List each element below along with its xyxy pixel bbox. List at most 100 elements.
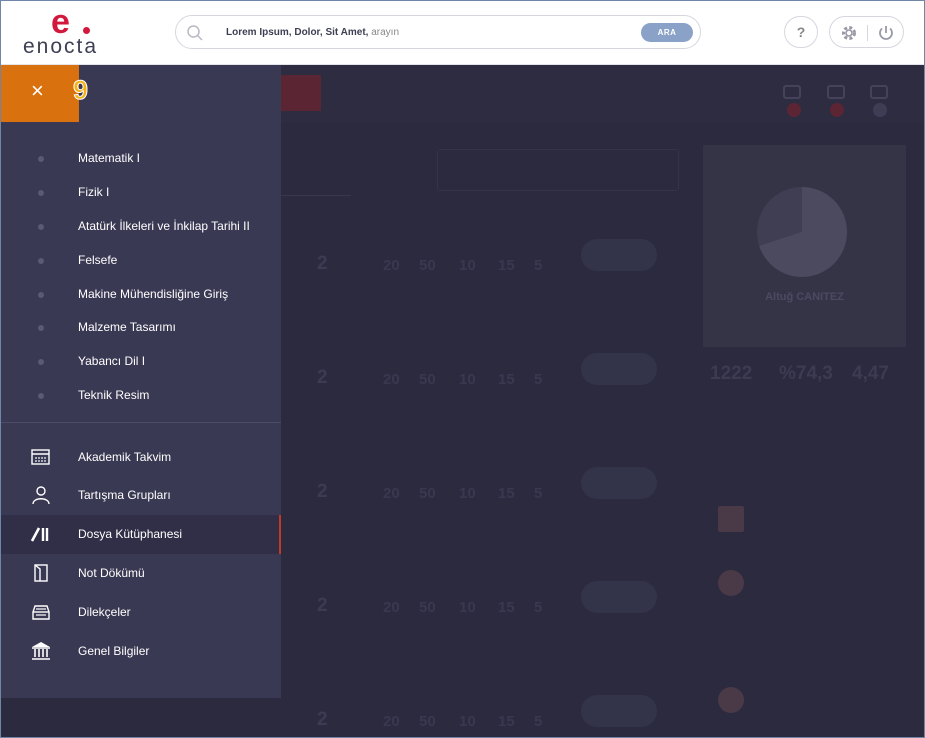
row-number: 5 (534, 599, 543, 616)
row-value: 2 (317, 253, 328, 274)
row-number: 20 (383, 713, 400, 730)
row-number: 5 (534, 257, 543, 274)
row-number: 10 (459, 371, 476, 388)
row-number: 15 (498, 485, 515, 502)
nav-item-not-dokumu[interactable]: Not Dökümü (1, 554, 281, 593)
nav-item-dosya-kutuphanesi[interactable]: Dosya Kütüphanesi (1, 515, 281, 554)
row-number: 20 (383, 371, 400, 388)
row-value: 2 (317, 595, 328, 616)
course-label: Felsefe (78, 253, 118, 267)
course-item[interactable]: Fizik I (1, 175, 281, 209)
row-number: 15 (498, 713, 515, 730)
grid-count-badge (830, 103, 844, 117)
row-value: 2 (317, 367, 328, 388)
search-placeholder-bold: Lorem Ipsum, Dolor, Sit Amet, (226, 27, 369, 38)
nav-item-akademik-takvim[interactable]: Akademik Takvim (1, 438, 281, 477)
progress-pie (757, 187, 847, 277)
course-label: Teknik Resim (78, 388, 150, 402)
row-value: 2 (317, 481, 328, 502)
course-item[interactable]: Felsefe (1, 243, 281, 277)
institution-icon (32, 642, 50, 660)
logo-dot (83, 27, 90, 34)
feed-avatar (718, 687, 744, 713)
stat-value: 4,47 (852, 363, 889, 384)
logo-wordmark: enocta (23, 35, 99, 58)
app-window: e enocta Lorem Ipsum, Dolor, Sit Amet, a… (0, 0, 925, 738)
menu-divider (1, 422, 281, 423)
course-label: Yabancı Dil I (78, 354, 146, 368)
nav-label: Akademik Takvim (78, 450, 172, 464)
row-action-button (581, 239, 657, 271)
course-item[interactable]: Teknik Resim (1, 378, 281, 412)
row-value: 2 (317, 709, 328, 730)
close-icon: × (31, 78, 44, 103)
bullet-icon (38, 393, 44, 399)
course-item[interactable]: Matematik I (1, 141, 281, 175)
course-label: Malzeme Tasarımı (78, 320, 176, 334)
nav-label: Dosya Kütüphanesi (78, 527, 183, 541)
feed-thumbnail (718, 506, 744, 532)
feed-avatar (718, 570, 744, 596)
nav-label: Tartışma Grupları (78, 488, 171, 502)
annotation-badge: 9 (72, 75, 89, 106)
course-item[interactable]: Makine Mühendisliğine Giriş (1, 277, 281, 311)
nav-label: Genel Bilgiler (78, 644, 150, 658)
chat-icon (870, 85, 888, 99)
course-menu-panel: Matematik I Fizik I Atatürk İlkeleri ve … (1, 65, 281, 698)
nav-item-tartisma-gruplari[interactable]: Tartışma Grupları (1, 476, 281, 515)
button-separator (867, 25, 868, 41)
search-placeholder-tail: arayın (368, 27, 400, 38)
power-icon[interactable] (877, 24, 895, 42)
row-number: 15 (498, 371, 515, 388)
gear-icon[interactable] (840, 24, 858, 42)
row-number: 10 (459, 485, 476, 502)
user-icon (32, 486, 50, 505)
course-item[interactable]: Malzeme Tasarımı (1, 310, 281, 344)
bullet-icon (38, 359, 44, 365)
bullet-icon (38, 190, 44, 196)
help-button[interactable]: ? (784, 16, 818, 48)
row-action-button (581, 695, 657, 727)
nav-item-dilekceler[interactable]: Dilekçeler (1, 593, 281, 632)
bullet-icon (38, 292, 44, 298)
course-label: Fizik I (78, 185, 110, 199)
inbox-tray-icon (32, 605, 50, 620)
close-menu-button[interactable]: × (1, 65, 79, 122)
row-action-button (581, 467, 657, 499)
row-number: 50 (419, 485, 436, 502)
bullet-icon (38, 224, 44, 230)
settings-power-group (829, 16, 904, 48)
notes-icon (34, 564, 48, 582)
row-number: 10 (459, 599, 476, 616)
row-number: 20 (383, 599, 400, 616)
row-number: 10 (459, 713, 476, 730)
row-action-button (581, 581, 657, 613)
row-number: 10 (459, 257, 476, 274)
course-item[interactable]: Yabancı Dil I (1, 344, 281, 378)
filter-box (437, 149, 679, 191)
search-icon (187, 25, 203, 41)
enocta-logo[interactable]: e enocta (23, 3, 123, 59)
nav-item-genel-bilgiler[interactable]: Genel Bilgiler (1, 632, 281, 671)
search-input[interactable]: Lorem Ipsum, Dolor, Sit Amet, arayın (226, 27, 399, 38)
search-button[interactable]: ARA (641, 23, 693, 42)
bullet-icon (38, 258, 44, 264)
bullet-icon (38, 325, 44, 331)
search-bar[interactable]: Lorem Ipsum, Dolor, Sit Amet, arayın ARA (175, 15, 701, 49)
row-number: 15 (498, 257, 515, 274)
row-number: 20 (383, 257, 400, 274)
row-number: 15 (498, 599, 515, 616)
top-header: e enocta Lorem Ipsum, Dolor, Sit Amet, a… (1, 1, 924, 65)
row-action-button (581, 353, 657, 385)
bullet-icon (38, 156, 44, 162)
course-item[interactable]: Atatürk İlkeleri ve İnkilap Tarihi II (1, 209, 281, 243)
bell-count-badge (787, 103, 801, 117)
row-number: 20 (383, 485, 400, 502)
help-icon: ? (796, 24, 806, 40)
course-label: Atatürk İlkeleri ve İnkilap Tarihi II (78, 219, 250, 233)
stat-value: %74,3 (779, 363, 833, 384)
row-number: 50 (419, 599, 436, 616)
alert-box (281, 75, 321, 111)
calendar-icon (31, 449, 50, 465)
row-number: 5 (534, 371, 543, 388)
